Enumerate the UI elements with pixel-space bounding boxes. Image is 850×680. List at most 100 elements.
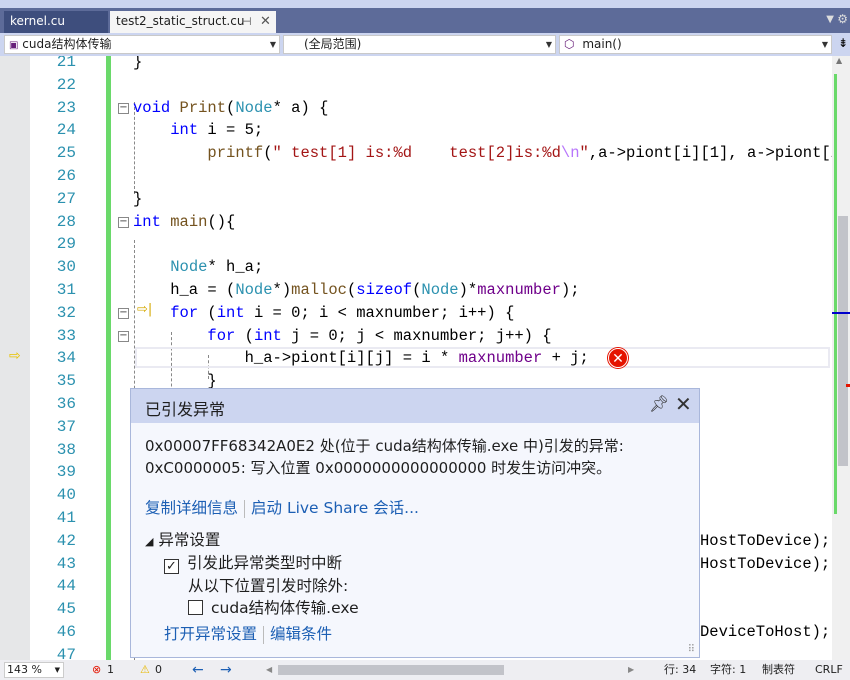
checkbox-checked[interactable]: ✓ [164, 559, 179, 574]
change-marker [834, 74, 837, 514]
error-icon: ✕ [608, 348, 628, 368]
edit-conditions-link[interactable]: 编辑条件 [270, 625, 332, 643]
tab-kernel-cu[interactable]: kernel.cu [4, 11, 108, 33]
checkbox-label: cuda结构体传输.exe [211, 599, 359, 617]
project-label: cuda结构体传输 [22, 37, 112, 51]
pin-icon[interactable]: 📌︎ [649, 394, 669, 413]
gear-icon[interactable]: ⚙ [837, 12, 848, 26]
code-text: int i = 5; [170, 121, 264, 140]
code-line[interactable]: 34 h_a->piont[i][j] = i * maxnumber + j; [0, 347, 832, 370]
char-indicator: 字符: 1 [710, 663, 747, 676]
code-text: h_a = (Node*)malloc(sizeof(Node)*maxnumb… [133, 281, 580, 299]
code-line[interactable]: 23 − void Print(Node* a) { [0, 97, 832, 120]
step-into-arrow-icon[interactable]: ⇨| [137, 302, 152, 317]
line-number: 33 [56, 326, 76, 345]
code-line[interactable]: 31 h_a = (Node*)malloc(sizeof(Node)*maxn… [0, 279, 832, 302]
collapse-icon[interactable]: − [118, 330, 129, 342]
line-number: 36 [56, 395, 76, 413]
code-line[interactable]: 25 printf(" test[1] is:%d test[2]is:%d\n… [0, 142, 832, 165]
code-line[interactable]: 27} [0, 188, 832, 211]
tab-test2-static-struct-cu[interactable]: test2_static_struct.cu ⊣ ✕ [110, 11, 276, 33]
line-number: 43 [56, 554, 76, 573]
navigate-forward-icon[interactable]: → [220, 660, 232, 680]
code-line[interactable]: 28 − int main(){ [0, 211, 832, 234]
line-indicator: 行: 34 [664, 663, 697, 676]
line-number: 24 [56, 121, 76, 140]
collapse-icon[interactable]: − [118, 216, 129, 228]
tab-label: test2_static_struct.cu [116, 14, 245, 28]
start-live-share-link[interactable]: 启动 Live Share 会话... [251, 499, 419, 517]
warning-icon[interactable]: ⚠ [140, 660, 150, 680]
line-number: 27 [56, 189, 76, 208]
popup-title: 已引发异常 [145, 400, 226, 419]
module-exception-checkbox[interactable]: cuda结构体传输.exe [188, 596, 359, 618]
line-number: 26 [56, 167, 76, 185]
code-line[interactable]: 26 [0, 165, 832, 188]
tab-list-dropdown-icon[interactable]: ▼ [826, 14, 834, 25]
line-number: 25 [56, 144, 76, 163]
line-ending[interactable]: CRLF [815, 660, 843, 680]
chevron-down-icon: ▼ [821, 40, 828, 49]
line-number: 39 [56, 463, 76, 482]
message-line: 0x00007FF68342A0E2 处(位于 cuda结构体传输.exe 中)… [145, 437, 624, 455]
line-number: 35 [56, 372, 76, 391]
split-window-icon[interactable]: ⇟ [838, 36, 848, 50]
break-on-exception-checkbox[interactable]: ✓ 引发此异常类型时中断 [164, 551, 342, 574]
collapse-icon[interactable]: − [118, 102, 129, 114]
error-marker [846, 384, 850, 387]
code-line[interactable]: 33 − for (int j = 0; j < maxnumber; j++) … [0, 325, 832, 348]
code-line[interactable]: 30 Node* h_a; [0, 256, 832, 279]
checkbox-label: 引发此异常类型时中断 [187, 554, 343, 572]
indent-mode[interactable]: 制表符 [762, 660, 795, 680]
error-count[interactable]: 1 [107, 660, 114, 680]
code-text: int main(){ [133, 212, 236, 231]
chevron-down-icon: ▼ [54, 666, 60, 674]
project-dropdown[interactable]: ▣ cuda结构体传输 ▼ [4, 35, 280, 54]
checkbox-unchecked[interactable] [188, 600, 203, 615]
navigate-back-icon[interactable]: ← [192, 660, 204, 680]
copy-details-link[interactable]: 复制详细信息 [145, 499, 238, 517]
line-number: 40 [56, 486, 76, 505]
close-icon[interactable]: ✕ [675, 392, 692, 416]
vertical-scrollbar[interactable]: ▲ [832, 56, 850, 660]
code-line[interactable]: 21} [0, 56, 832, 74]
code-text-fragment: HostToDevice); [700, 554, 831, 573]
caret-position-marker [832, 312, 850, 314]
code-text: Node* h_a; [170, 258, 264, 277]
close-icon[interactable]: ✕ [260, 11, 271, 32]
horizontal-scroll-thumb[interactable] [278, 665, 504, 675]
scroll-left-icon[interactable]: ◀ [266, 660, 272, 680]
chevron-down-icon: ▼ [545, 40, 552, 49]
collapse-icon[interactable]: − [118, 307, 129, 319]
code-line[interactable]: 29 [0, 233, 832, 256]
line-number: 45 [56, 600, 76, 619]
exception-settings-toggle[interactable]: ◢ 异常设置 [145, 528, 220, 550]
error-count-icon[interactable]: ⊗ [92, 660, 101, 680]
line-number: 46 [56, 623, 76, 641]
warning-count[interactable]: 0 [155, 660, 162, 680]
divider [244, 499, 246, 518]
open-exception-settings-link[interactable]: 打开异常设置 [164, 625, 257, 643]
scope-dropdown[interactable]: (全局范围) ▼ [283, 35, 556, 54]
line-number: 21 [56, 56, 76, 71]
resize-grip-icon[interactable]: ⠿ [688, 644, 695, 655]
scroll-thumb[interactable] [838, 216, 848, 466]
message-line: 0xC0000005: 写入位置 0x0000000000000000 时发生访… [145, 459, 612, 477]
member-dropdown[interactable]: ⬡ main() ▼ [559, 35, 832, 54]
pin-icon[interactable]: ⊣ [242, 11, 252, 32]
line-number: 38 [56, 440, 76, 459]
code-text: } [133, 189, 143, 208]
code-line[interactable]: 22 [0, 74, 832, 97]
line-number: 32 [56, 303, 76, 322]
zoom-dropdown[interactable]: 143 % ▼ [4, 662, 64, 678]
scroll-right-icon[interactable]: ▶ [628, 660, 634, 680]
code-line[interactable]: 24 int i = 5; [0, 119, 832, 142]
code-line[interactable]: 32 − for (int i = 0; i < maxnumber; i++) … [0, 302, 832, 325]
scope-label: (全局范围) [304, 37, 362, 51]
line-number: 37 [56, 417, 76, 436]
scroll-up-icon[interactable]: ▲ [836, 56, 842, 65]
code-text: } [133, 56, 143, 71]
navigation-bar: ▣ cuda结构体传输 ▼ (全局范围) ▼ ⬡ main() ▼ ⇟ [0, 33, 850, 56]
line-number: 34 [56, 349, 76, 368]
popup-header: 已引发异常 📌︎ ✕ [131, 389, 699, 423]
